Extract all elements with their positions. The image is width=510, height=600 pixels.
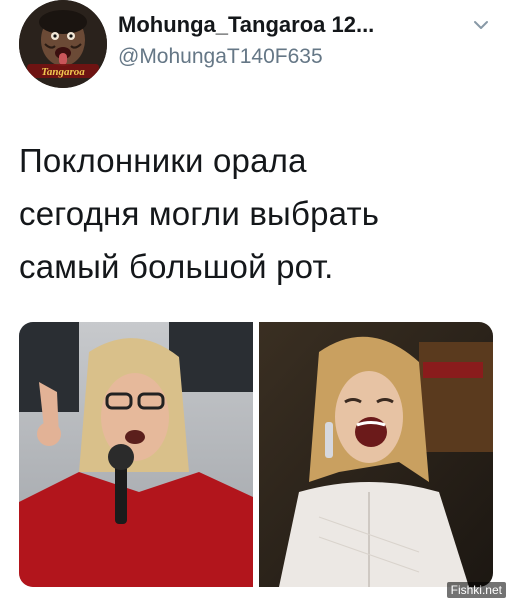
photo-left-image xyxy=(19,322,253,587)
photo-right-image xyxy=(259,322,493,587)
tweet-text-line: Поклонники орала xyxy=(19,142,307,179)
watermark: Fishki.net xyxy=(446,582,506,598)
photo-left[interactable] xyxy=(19,322,253,587)
photo-right[interactable] xyxy=(259,322,493,587)
chevron-down-icon[interactable] xyxy=(471,18,491,32)
avatar-photo: Tangaroa xyxy=(19,0,107,88)
tweet-text: Поклонники орала сегодня могли выбрать с… xyxy=(19,134,479,293)
avatar[interactable]: Tangaroa xyxy=(19,0,107,88)
tweet-media xyxy=(19,322,493,587)
tweet-text-line: сегодня могли выбрать xyxy=(19,195,380,232)
author-display-name[interactable]: Mohunga_Tangaroa 12... xyxy=(118,12,468,38)
author-names: Mohunga_Tangaroa 12... @MohungaT140F635 xyxy=(118,12,468,70)
author-handle[interactable]: @MohungaT140F635 xyxy=(118,44,468,70)
avatar-caption: Tangaroa xyxy=(41,66,85,78)
tweet-header: Tangaroa Mohunga_Tangaroa 12... @Mohunga… xyxy=(19,0,499,92)
tweet-text-line: самый большой рот. xyxy=(19,248,334,285)
